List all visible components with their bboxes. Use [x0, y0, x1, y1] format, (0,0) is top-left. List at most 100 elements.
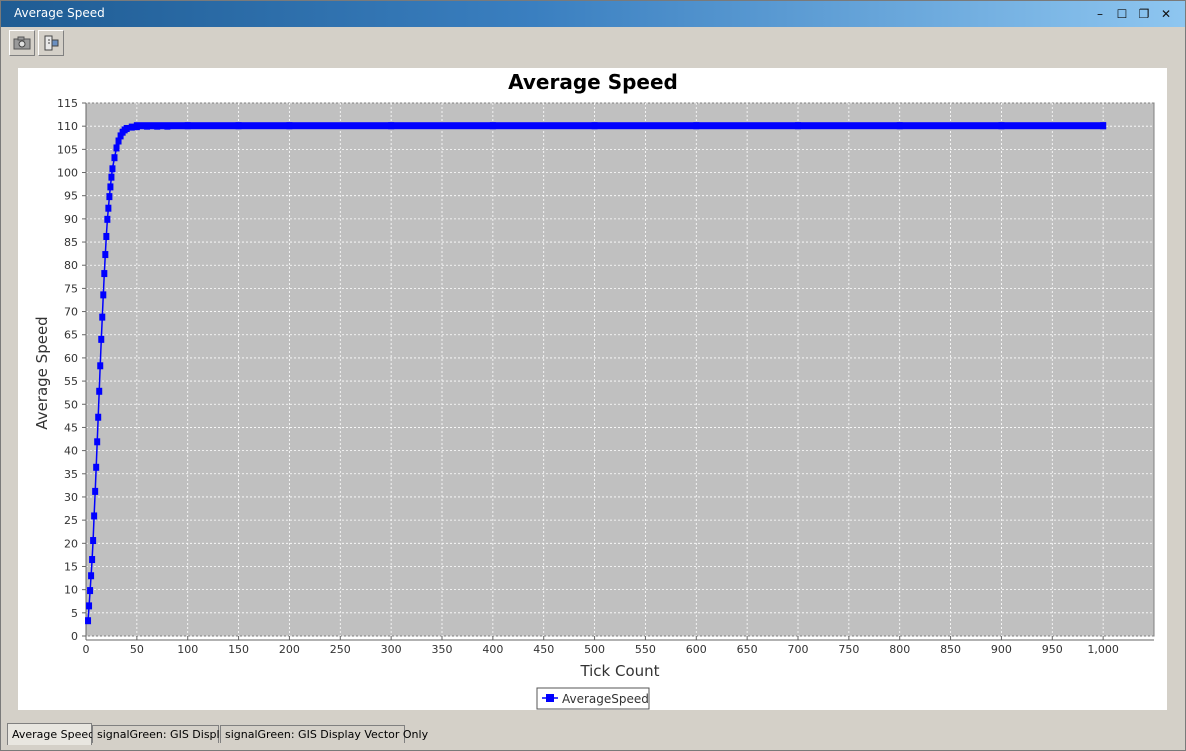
- y-tick-label: 105: [57, 143, 78, 156]
- x-tick-label: 950: [1042, 643, 1063, 656]
- y-axis: 0 5 10 15 20 25 30 35 40 45 50 55 60 65 70 75 80 85 90 95 10…: [57, 97, 87, 643]
- data-point: [89, 556, 96, 564]
- snapshot-button[interactable]: [9, 30, 35, 56]
- chart-window: Average Speed – ☐ ❐ ✕ Average Speed 0 5 …: [0, 0, 1186, 751]
- data-point: [97, 362, 104, 370]
- data-point-band: [133, 122, 1107, 130]
- data-point: [95, 413, 102, 421]
- x-tick-label: 300: [381, 643, 402, 656]
- y-tick-label: 65: [64, 329, 78, 342]
- x-tick-label: 500: [584, 643, 605, 656]
- data-point: [90, 537, 97, 545]
- y-tick-label: 45: [64, 421, 78, 434]
- x-tick-label: 850: [940, 643, 961, 656]
- y-tick-label: 110: [57, 120, 78, 133]
- data-point: [87, 587, 94, 595]
- data-point: [102, 251, 109, 259]
- restore-button[interactable]: ❐: [1135, 5, 1153, 23]
- data-point: [91, 512, 98, 520]
- window-title: Average Speed: [14, 6, 105, 20]
- y-tick-label: 10: [64, 584, 78, 597]
- y-axis-label: Average Speed: [33, 316, 51, 429]
- y-tick-label: 60: [64, 352, 78, 365]
- legend: AverageSpeed: [536, 687, 650, 710]
- y-tick-label: 100: [57, 167, 78, 180]
- close-button[interactable]: ✕: [1157, 5, 1175, 23]
- x-tick-label: 700: [788, 643, 809, 656]
- data-point: [94, 438, 101, 446]
- data-point: [108, 173, 115, 181]
- tab-average-speed[interactable]: Average Speed: [7, 723, 95, 745]
- y-tick-label: 80: [64, 259, 78, 272]
- y-tick-label: 30: [64, 491, 78, 504]
- y-tick-label: 55: [64, 375, 78, 388]
- y-tick-label: 15: [64, 560, 78, 573]
- tab-bar: Average Speed signalGreen: GIS Display s…: [5, 723, 1183, 747]
- y-tick-label: 85: [64, 236, 78, 249]
- y-tick-label: 90: [64, 213, 78, 226]
- x-tick-label: 50: [130, 643, 144, 656]
- y-tick-label: 95: [64, 190, 78, 203]
- y-tick-label: 0: [71, 630, 78, 643]
- y-tick-label: 40: [64, 445, 78, 458]
- data-point: [93, 463, 100, 471]
- minimize-button[interactable]: –: [1091, 5, 1109, 23]
- data-point: [98, 335, 105, 343]
- data-point: [103, 232, 110, 240]
- x-tick-label: 100: [177, 643, 198, 656]
- y-tick-label: 25: [64, 514, 78, 527]
- title-bar[interactable]: Average Speed – ☐ ❐ ✕: [1, 1, 1185, 27]
- x-tick-label: 250: [330, 643, 351, 656]
- data-point: [85, 617, 92, 625]
- plot-area: [85, 102, 1155, 637]
- data-point: [105, 204, 112, 212]
- x-axis-label: Tick Count: [579, 662, 659, 680]
- x-tick-label: 350: [432, 643, 453, 656]
- export-button[interactable]: [38, 30, 64, 56]
- tab-gis-display[interactable]: signalGreen: GIS Display: [92, 725, 233, 743]
- data-point: [106, 193, 113, 201]
- x-tick-label: 600: [686, 643, 707, 656]
- data-point: [109, 165, 116, 173]
- x-tick-label: 650: [737, 643, 758, 656]
- x-tick-label: 1,000: [1087, 643, 1119, 656]
- data-point: [104, 215, 111, 223]
- x-tick-label: 900: [991, 643, 1012, 656]
- x-tick-label: 400: [482, 643, 503, 656]
- y-tick-label: 115: [57, 97, 78, 110]
- x-axis: 0 50 100 150 200 250 300 350 400 450 500 550 600 650 7…: [83, 636, 1154, 656]
- x-tick-label: 550: [635, 643, 656, 656]
- data-point: [86, 602, 93, 610]
- x-tick-label: 150: [228, 643, 249, 656]
- toolbar: [1, 28, 1185, 62]
- chart-title: Average Speed: [508, 70, 678, 94]
- y-tick-label: 20: [64, 537, 78, 550]
- camera-icon: [13, 36, 31, 50]
- maximize-button[interactable]: ☐: [1113, 5, 1131, 23]
- data-point: [96, 387, 103, 395]
- export-icon: [44, 35, 59, 51]
- line-chart: Average Speed 0 5 10 15 20 25 30 35 40 45 50 55 60 65…: [33, 70, 1155, 710]
- data-point: [88, 572, 95, 580]
- y-tick-label: 70: [64, 306, 78, 319]
- data-point: [92, 487, 99, 495]
- x-tick-label: 200: [279, 643, 300, 656]
- tab-gis-display-vector[interactable]: signalGreen: GIS Display Vector Only: [220, 725, 428, 743]
- chart-panel: Average Speed 0 5 10 15 20 25 30 35 40 45 50 55 60 65…: [18, 68, 1167, 710]
- data-point: [101, 270, 108, 278]
- data-point: [113, 144, 120, 152]
- y-tick-label: 5: [71, 607, 78, 620]
- x-tick-label: 800: [889, 643, 910, 656]
- y-tick-label: 75: [64, 282, 78, 295]
- x-tick-label: 0: [83, 643, 90, 656]
- data-point: [111, 154, 118, 162]
- data-point: [107, 183, 114, 191]
- data-point: [100, 291, 107, 299]
- y-tick-label: 50: [64, 398, 78, 411]
- x-tick-label: 450: [533, 643, 554, 656]
- y-tick-label: 35: [64, 468, 78, 481]
- legend-label: AverageSpeed: [562, 692, 649, 706]
- legend-marker: [546, 694, 554, 702]
- x-tick-label: 750: [838, 643, 859, 656]
- data-point: [99, 313, 106, 321]
